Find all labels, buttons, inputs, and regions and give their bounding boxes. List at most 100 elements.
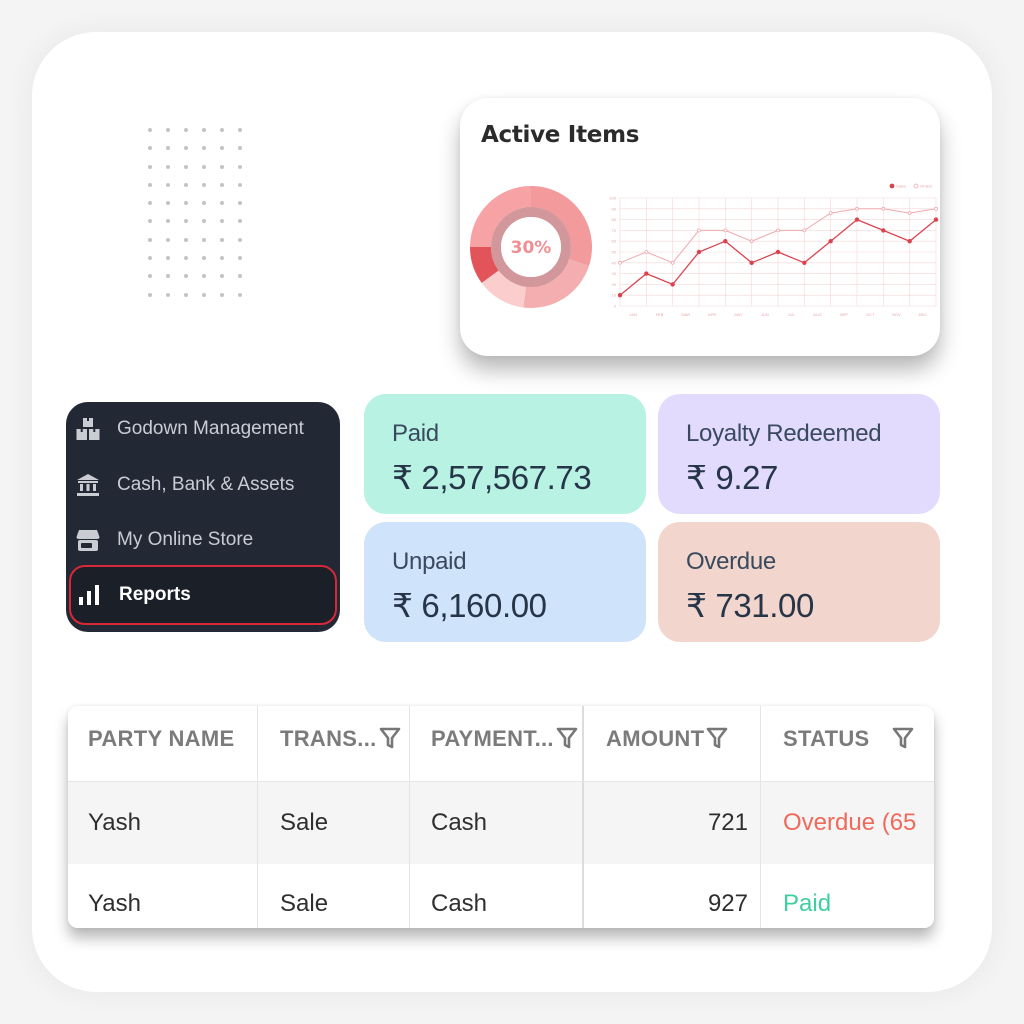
transactions-table: PARTY NAME TRANS... PAYMENT... AMOUNT ST… bbox=[68, 706, 934, 928]
filter-icon[interactable] bbox=[556, 726, 578, 750]
grid-dot bbox=[166, 146, 170, 151]
grid-dot bbox=[220, 128, 224, 132]
data-point-sales bbox=[907, 239, 912, 244]
donut-center-label: 30% bbox=[511, 238, 552, 258]
x-tick-label: SEP bbox=[840, 312, 848, 317]
paid-stat-card[interactable]: Paid ₹ 2,57,567.73 bbox=[364, 394, 646, 514]
legend-marker-sales bbox=[889, 183, 895, 189]
grid-dot bbox=[148, 256, 152, 261]
data-point-orders bbox=[907, 211, 912, 216]
header-status[interactable]: STATUS bbox=[761, 706, 934, 781]
grid-dot bbox=[166, 237, 170, 242]
y-tick-label: 70 bbox=[612, 228, 617, 233]
grid-dot bbox=[166, 164, 170, 169]
data-point-orders bbox=[855, 206, 859, 211]
grid-dot bbox=[184, 164, 188, 169]
sidebar-item-godown-management[interactable]: Godown Management bbox=[66, 402, 340, 456]
loyalty-redeemed-stat-card[interactable]: Loyalty Redeemed ₹ 9.27 bbox=[658, 394, 940, 514]
sidebar-item-reports[interactable]: Reports bbox=[69, 565, 337, 625]
grid-dot bbox=[184, 146, 188, 151]
grid-dot bbox=[202, 182, 206, 187]
data-point-sales bbox=[644, 271, 649, 276]
data-point-orders bbox=[749, 239, 754, 244]
legend-label-sales: Sales bbox=[896, 184, 906, 189]
cell-amount: 721 bbox=[584, 782, 761, 864]
x-tick-label: DEC bbox=[919, 312, 928, 317]
bank-icon bbox=[75, 472, 101, 498]
grid-dot bbox=[238, 128, 242, 132]
filter-icon[interactable] bbox=[706, 726, 728, 750]
header-party-name[interactable]: PARTY NAME bbox=[68, 706, 258, 781]
grid-dot bbox=[238, 292, 242, 297]
sidebar-item-label: Cash, Bank & Assets bbox=[117, 474, 295, 495]
grid-dot bbox=[202, 164, 206, 169]
grid-dot bbox=[184, 128, 188, 132]
grid-dot bbox=[220, 219, 224, 224]
grid-dot bbox=[148, 146, 152, 151]
data-point-sales bbox=[670, 282, 675, 287]
grid-dot bbox=[202, 219, 206, 224]
data-point-sales bbox=[617, 292, 623, 298]
sidebar: Godown Management Cash, Bank & Assets My… bbox=[66, 402, 340, 632]
grid-dot bbox=[220, 237, 224, 242]
grid-dot bbox=[184, 182, 188, 187]
grid-dot bbox=[202, 237, 206, 242]
data-point-orders bbox=[776, 228, 780, 233]
grid-dot bbox=[220, 146, 224, 151]
grid-dot bbox=[238, 219, 242, 224]
filter-icon[interactable] bbox=[892, 726, 914, 750]
grid-dot bbox=[238, 182, 242, 187]
x-tick-label: APR bbox=[708, 312, 716, 317]
y-tick-label: 0 bbox=[614, 304, 617, 309]
header-transaction-type[interactable]: TRANS... bbox=[258, 706, 410, 781]
y-tick-label: 80 bbox=[612, 217, 617, 222]
x-tick-label: FEB bbox=[656, 312, 664, 317]
table-row[interactable]: Yash Sale Cash 927 Paid bbox=[68, 864, 934, 928]
overdue-stat-card[interactable]: Overdue ₹ 731.00 bbox=[658, 522, 940, 642]
loyalty-redeemed-label: Loyalty Redeemed bbox=[686, 420, 882, 447]
data-point-sales bbox=[696, 249, 702, 255]
y-tick-label: 30 bbox=[612, 271, 617, 276]
unpaid-value: ₹ 6,160.00 bbox=[392, 587, 547, 624]
data-point-orders bbox=[881, 206, 886, 211]
overdue-value: ₹ 731.00 bbox=[686, 587, 814, 624]
filter-icon[interactable] bbox=[379, 726, 401, 750]
x-tick-label: JAN bbox=[629, 312, 637, 317]
grid-dot bbox=[202, 201, 206, 206]
legend-label-orders: Orders bbox=[920, 184, 932, 189]
data-point-sales bbox=[933, 217, 939, 222]
paid-value: ₹ 2,57,567.73 bbox=[392, 459, 592, 496]
data-point-orders bbox=[723, 228, 728, 233]
cell-amount: 927 bbox=[584, 864, 761, 928]
data-point-orders bbox=[697, 228, 701, 233]
grid-dot bbox=[238, 164, 242, 169]
grid-dot bbox=[202, 146, 206, 151]
header-amount[interactable]: AMOUNT bbox=[584, 706, 761, 781]
active-items-donut-chart: 30% bbox=[470, 186, 592, 308]
data-point-sales bbox=[802, 260, 807, 265]
grid-dot bbox=[220, 164, 224, 169]
data-point-orders bbox=[670, 260, 675, 265]
grid-dot bbox=[238, 256, 242, 261]
header-payment-type[interactable]: PAYMENT... bbox=[410, 706, 584, 781]
cell-party-name: Yash bbox=[68, 782, 258, 864]
grid-dot bbox=[166, 256, 170, 261]
sidebar-item-my-online-store[interactable]: My Online Store bbox=[66, 513, 340, 567]
grid-dot bbox=[148, 292, 152, 297]
loyalty-redeemed-value: ₹ 9.27 bbox=[686, 459, 778, 496]
grid-dot bbox=[148, 201, 152, 206]
table-header-row: PARTY NAME TRANS... PAYMENT... AMOUNT ST… bbox=[68, 706, 934, 782]
grid-dot bbox=[220, 256, 224, 261]
data-point-sales bbox=[828, 239, 833, 244]
boxes-icon bbox=[75, 416, 101, 442]
grid-dot bbox=[220, 201, 224, 206]
grid-dot bbox=[166, 274, 170, 279]
unpaid-stat-card[interactable]: Unpaid ₹ 6,160.00 bbox=[364, 522, 646, 642]
grid-dot bbox=[238, 274, 242, 279]
grid-dot bbox=[202, 256, 206, 261]
table-row[interactable]: Yash Sale Cash 721 Overdue (65 bbox=[68, 782, 934, 864]
sidebar-item-cash-bank-assets[interactable]: Cash, Bank & Assets bbox=[66, 458, 340, 512]
x-tick-label: MAR bbox=[681, 312, 690, 317]
grid-dot bbox=[166, 182, 170, 187]
grid-dot bbox=[184, 274, 188, 279]
